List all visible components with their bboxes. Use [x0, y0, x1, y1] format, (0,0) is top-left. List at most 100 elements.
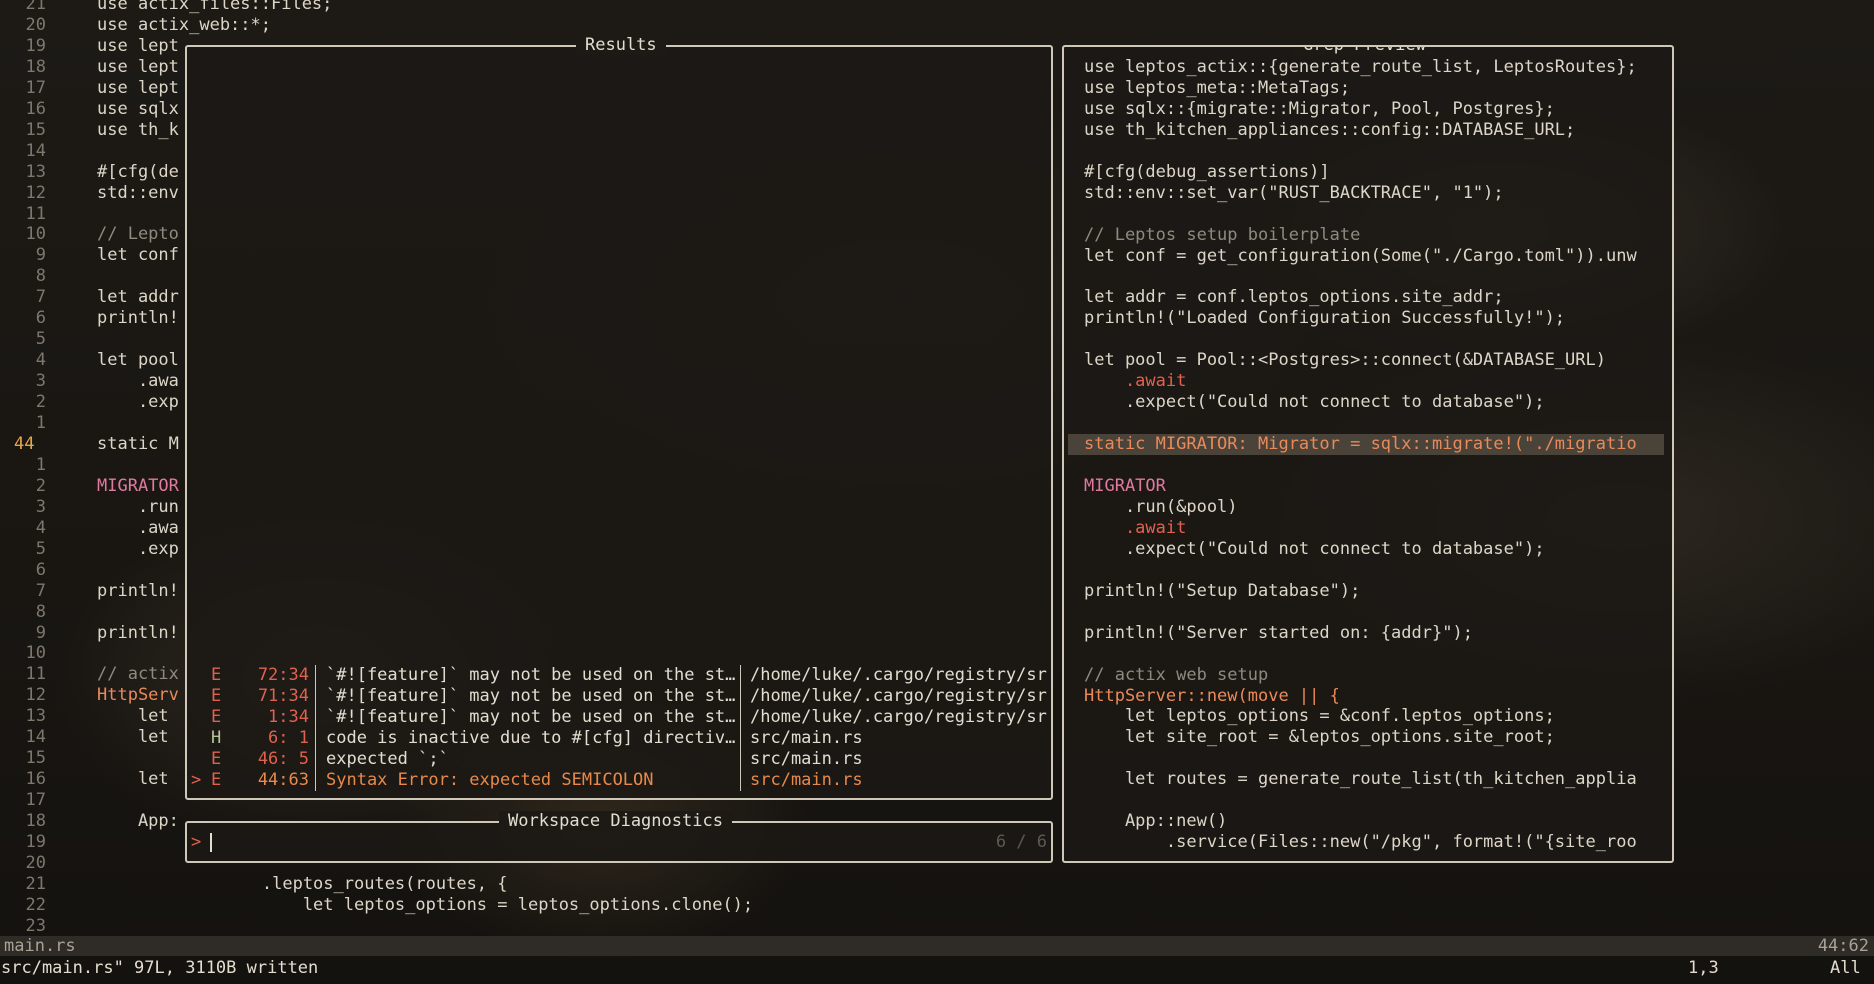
severity-label: E: [211, 707, 222, 727]
diagnostic-message: Syntax Error: expected SEMICOLON: [326, 770, 654, 790]
line-number: 17: [25, 790, 46, 811]
code-line: let: [97, 706, 169, 727]
preview-line: println!("Setup Database");: [1084, 580, 1361, 601]
line-number: 13: [25, 706, 46, 727]
diagnostic-file: /home/luke/.cargo/registry/sr: [750, 665, 1047, 685]
result-count: 6 / 6: [995, 832, 1047, 852]
preview-line: println!("Server started on: {addr}");: [1084, 622, 1473, 643]
preview-line: HttpServer::new(move || {: [1084, 685, 1340, 706]
code-line: use lept: [97, 56, 179, 77]
line-number: 11: [25, 664, 46, 685]
code-line: let leptos_options = leptos_options.clon…: [180, 894, 754, 915]
severity-label: E: [211, 665, 222, 685]
code-line: let pool: [97, 350, 179, 371]
workspace-diagnostics-prompt[interactable]: Workspace Diagnostics > 6 / 6: [185, 811, 1053, 863]
code-line: println!: [97, 580, 179, 601]
line-number: 9: [35, 245, 46, 266]
preview-line: use th_kitchen_appliances::config::DATAB…: [1084, 119, 1576, 140]
diagnostic-position: 72:34: [257, 665, 309, 685]
line-number: 22: [25, 894, 46, 915]
preview-line: use leptos_meta::MetaTags;: [1084, 77, 1351, 98]
prompt-title: Workspace Diagnostics: [499, 811, 732, 831]
diagnostic-position: 44:63: [257, 770, 309, 790]
line-number: 21: [25, 873, 46, 894]
code-line: .exp: [97, 392, 179, 413]
line-number: 13: [25, 161, 46, 182]
preview-line: println!("Loaded Configuration Successfu…: [1084, 308, 1566, 329]
line-number: 1: [35, 413, 46, 433]
line-number: 2: [35, 475, 46, 496]
line-number: 17: [25, 77, 46, 98]
line-number: 9: [35, 622, 46, 643]
severity-label: E: [211, 770, 222, 790]
preview-line: let routes = generate_route_list(th_kitc…: [1084, 769, 1637, 790]
line-number: 23: [25, 915, 46, 936]
line-number: 3: [35, 371, 46, 392]
severity-label: E: [211, 749, 222, 769]
preview-line: let pool = Pool::<Postgres>::connect(&DA…: [1084, 350, 1606, 371]
code-line: use lept: [97, 35, 179, 56]
code-line: MIGRATOR: [97, 475, 179, 496]
line-number: 12: [25, 182, 46, 203]
line-number: 6: [35, 559, 46, 580]
code-line: App:: [97, 811, 179, 832]
preview-line: let addr = conf.leptos_options.site_addr…: [1084, 287, 1504, 308]
line-number: 7: [35, 580, 46, 601]
code-line: .awa: [97, 517, 179, 538]
preview-line: use leptos_actix::{generate_route_list, …: [1084, 57, 1637, 77]
diagnostic-message: code is inactive due to #[cfg] directiv…: [326, 728, 736, 748]
line-number: 14: [25, 727, 46, 748]
line-number: 8: [35, 601, 46, 622]
preview-line: #[cfg(debug_assertions)]: [1084, 161, 1330, 182]
preview-line: std::env::set_var("RUST_BACKTRACE", "1")…: [1084, 182, 1504, 203]
grep-preview-panel: Grep Preview use leptos_actix::{generate…: [1062, 45, 1674, 863]
line-number: 5: [35, 329, 46, 350]
line-number: 16: [25, 769, 46, 790]
diagnostic-position: 1:34: [268, 707, 309, 727]
line-number: 7: [35, 287, 46, 308]
line-number: 19: [25, 832, 46, 852]
preview-line: .service(Files::new("/pkg", format!("{si…: [1084, 832, 1637, 853]
line-number: 12: [25, 685, 46, 706]
line-number: 4: [35, 350, 46, 371]
diagnostic-file: src/main.rs: [750, 770, 863, 790]
code-line: // actix: [97, 664, 179, 685]
status-filename: main.rs: [4, 936, 76, 956]
line-number: 8: [35, 266, 46, 287]
scroll-indicator: All: [1830, 958, 1861, 978]
line-number: 18: [25, 56, 46, 77]
diagnostic-file: /home/luke/.cargo/registry/sr: [750, 707, 1047, 727]
code-line: println!: [97, 308, 179, 329]
line-number: 5: [35, 538, 46, 559]
code-line: let conf: [97, 245, 179, 266]
preview-line: let site_root = &leptos_options.site_roo…: [1084, 727, 1555, 748]
preview-line: // Leptos setup boilerplate: [1084, 224, 1361, 245]
preview-line: MIGRATOR: [1084, 476, 1166, 496]
line-number: 6: [35, 308, 46, 329]
diagnostic-file: src/main.rs: [750, 728, 863, 748]
command-line[interactable]: src/main.rs" 97L, 3110B written 1,3 All: [0, 957, 1874, 979]
status-line: main.rs 44:62: [0, 936, 1874, 956]
code-line: use sqlx: [97, 98, 179, 119]
results-title: Results: [576, 35, 666, 55]
status-position: 44:62: [1817, 936, 1869, 956]
prompt-symbol: >: [191, 832, 202, 852]
code-line: use actix_web::*;: [97, 14, 271, 35]
code-line: .awa: [97, 371, 179, 392]
selection-marker: >: [191, 770, 202, 790]
code-line: .leptos_routes(routes, {: [180, 873, 508, 894]
diagnostic-position: 6: 1: [268, 728, 309, 748]
preview-line: static MIGRATOR: Migrator = sqlx::migrat…: [1068, 434, 1664, 456]
preview-line: .expect("Could not connect to database")…: [1084, 538, 1545, 559]
preview-line: .run(&pool): [1084, 496, 1238, 517]
code-line: #[cfg(de: [97, 161, 179, 182]
preview-line: App::new(): [1084, 811, 1228, 832]
preview-line: // actix web setup: [1084, 664, 1269, 685]
line-number: 14: [25, 140, 46, 161]
code-line: use th_k: [97, 119, 179, 140]
line-number: 19: [25, 35, 46, 56]
search-input[interactable]: [210, 833, 212, 852]
diagnostic-position: 46: 5: [257, 749, 309, 769]
diagnostic-message: `#![feature]` may not be used on the st…: [326, 665, 736, 685]
preview-line: .expect("Could not connect to database")…: [1084, 392, 1545, 413]
